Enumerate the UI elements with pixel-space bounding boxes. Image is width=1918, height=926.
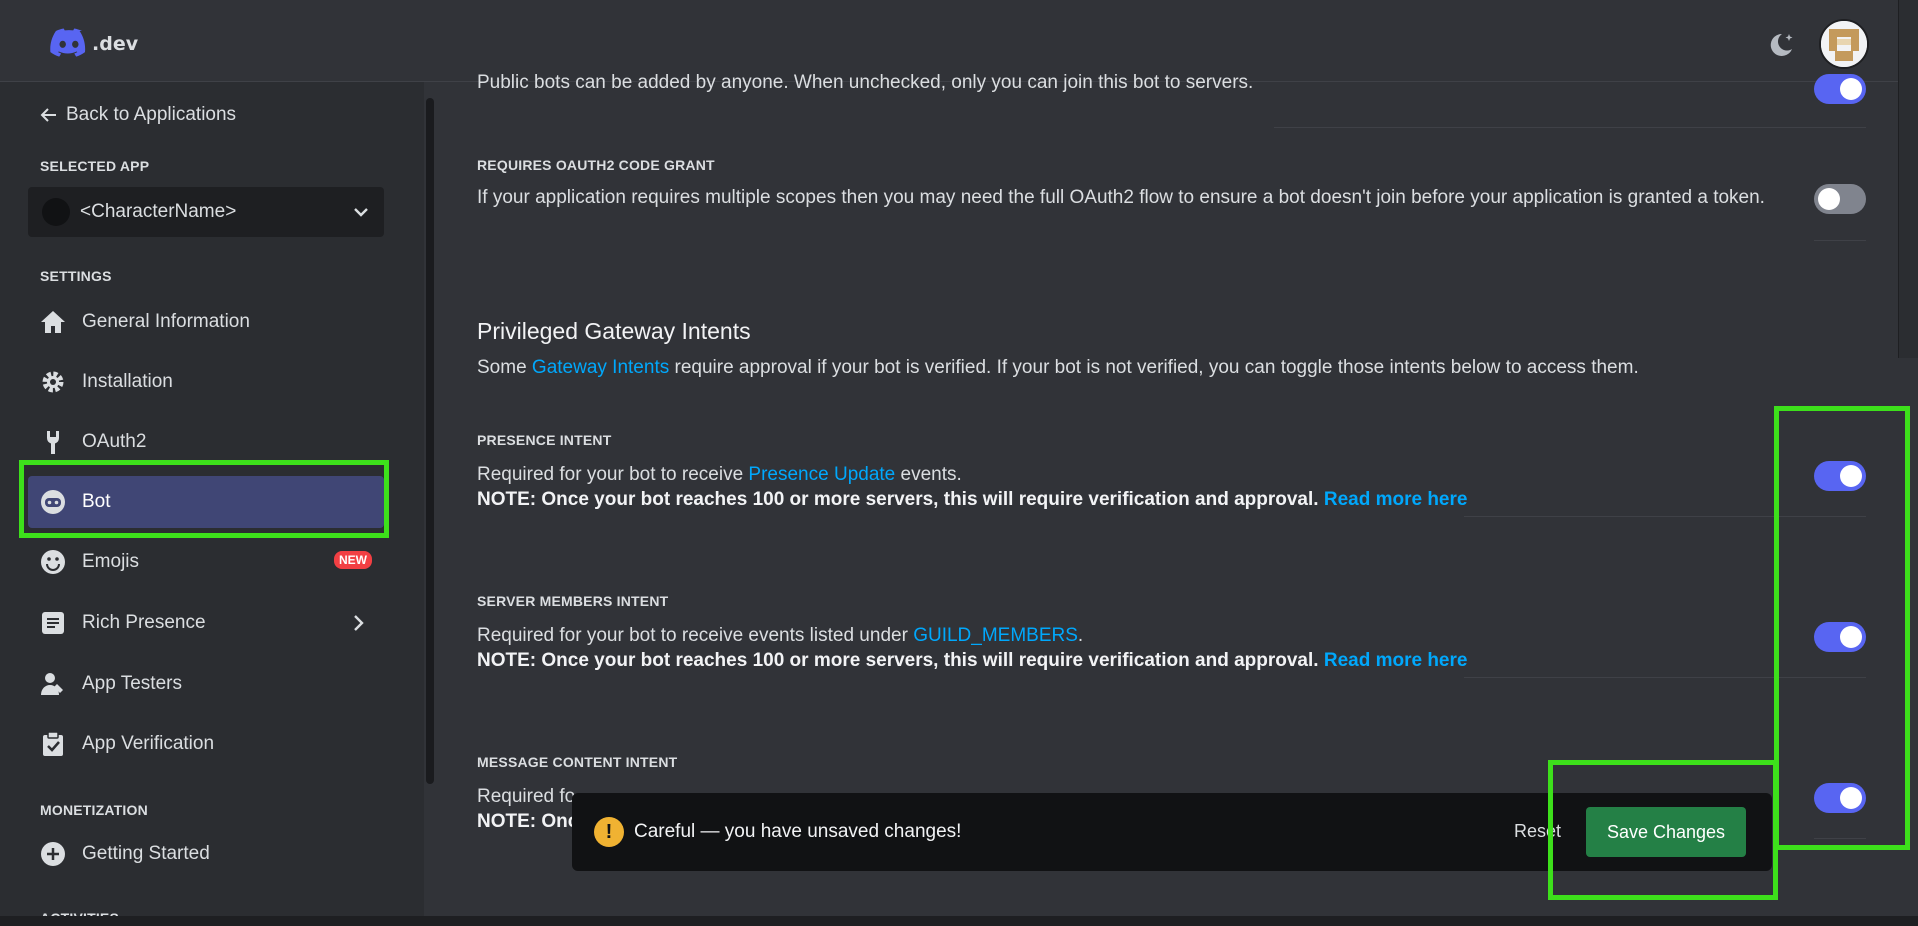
save-changes-button[interactable]: Save Changes [1586, 807, 1746, 857]
message-content-intent-toggle[interactable] [1814, 783, 1866, 813]
app-icon [42, 198, 70, 226]
app-selector-dropdown[interactable]: <CharacterName> [28, 187, 384, 237]
new-badge: NEW [334, 551, 372, 569]
document-icon [38, 608, 68, 638]
message-content-intent-label: MESSAGE CONTENT INTENT [477, 754, 678, 770]
plus-circle-icon [38, 839, 68, 869]
back-label: Back to Applications [66, 104, 237, 125]
divider [1814, 838, 1866, 839]
sidebar-scrollbar[interactable] [426, 98, 434, 784]
wrench-icon [38, 427, 68, 457]
presence-intent-label: PRESENCE INTENT [477, 432, 612, 448]
sidebar-item-installation[interactable]: Installation [28, 356, 384, 408]
monetization-heading: MONETIZATION [40, 802, 148, 818]
toggle-knob [1840, 626, 1862, 648]
divider [1464, 516, 1866, 517]
sidebar-item-label: Rich Presence [82, 612, 206, 633]
privileged-intents-title: Privileged Gateway Intents [477, 318, 751, 344]
oauth-grant-label: REQUIRES OAUTH2 CODE GRANT [477, 157, 715, 173]
toggle-knob [1840, 787, 1862, 809]
divider [1464, 677, 1866, 678]
intents-description: Some Gateway Intents require approval if… [477, 357, 1639, 379]
public-bot-description: Public bots can be added by anyone. When… [477, 72, 1254, 93]
sidebar-item-label: Emojis [82, 551, 140, 572]
presence-note: NOTE: Once your bot reaches 100 or more … [477, 489, 1319, 510]
sidebar-item-label: General Information [82, 311, 250, 332]
sidebar-item-bot[interactable]: Bot [28, 476, 384, 528]
presence-intent-description: Required for your bot to receive Presenc… [477, 462, 1467, 512]
unsaved-changes-bar: ! Careful — you have unsaved changes! Re… [572, 793, 1772, 871]
arrow-left-icon [40, 108, 56, 122]
toggle-knob [1840, 78, 1862, 100]
sidebar-item-general-information[interactable]: General Information [28, 296, 384, 348]
server-members-intent-label: SERVER MEMBERS INTENT [477, 593, 669, 609]
divider [1814, 240, 1866, 241]
presence-read-more-link[interactable]: Read more here [1324, 489, 1468, 510]
intents-desc-text: require approval if your bot is verified… [669, 357, 1639, 378]
presence-intent-toggle[interactable] [1814, 461, 1866, 491]
sidebar-item-app-testers[interactable]: App Testers [28, 658, 384, 710]
guild-members-link[interactable]: GUILD_MEMBERS [913, 625, 1078, 646]
message-note: NOTE: Onc [477, 811, 579, 832]
top-bar: .dev [0, 0, 1918, 82]
sidebar-item-rich-presence[interactable]: Rich Presence [28, 597, 384, 649]
user-avatar[interactable] [1819, 19, 1869, 69]
gateway-intents-link[interactable]: Gateway Intents [532, 357, 669, 378]
selected-app-heading: SELECTED APP [40, 158, 150, 174]
sidebar-item-emojis[interactable]: Emojis NEW [28, 536, 384, 588]
chevron-down-icon [354, 208, 368, 217]
emoji-icon [38, 547, 68, 577]
discord-dev-logo[interactable]: .dev [50, 28, 138, 58]
chevron-right-icon [354, 615, 364, 631]
person-icon [38, 669, 68, 699]
gear-icon [38, 367, 68, 397]
oauth-grant-toggle[interactable] [1814, 184, 1866, 214]
intents-desc-text: Some [477, 357, 532, 378]
taskbar-strip [0, 916, 1918, 926]
warning-icon: ! [594, 817, 624, 847]
sidebar-item-label: App Testers [82, 673, 182, 694]
avatar-image-icon [1821, 21, 1867, 67]
logo-text: .dev [92, 33, 139, 55]
clipboard-check-icon [38, 729, 68, 759]
oauth-grant-description: If your application requires multiple sc… [477, 187, 1765, 208]
sidebar-item-oauth2[interactable]: OAuth2 [28, 416, 384, 468]
reset-button[interactable]: Reset [1514, 821, 1561, 842]
sidebar-item-app-verification[interactable]: App Verification [28, 718, 384, 770]
sidebar-item-label: Getting Started [82, 843, 210, 864]
server-members-intent-description: Required for your bot to receive events … [477, 623, 1467, 673]
desc-text: Required for your bot to receive events … [477, 625, 914, 646]
window-edge [1898, 0, 1918, 358]
sidebar-item-label: App Verification [82, 733, 215, 754]
toggle-knob [1840, 465, 1862, 487]
message-content-intent-description: Required fo NOTE: Onc [477, 784, 578, 834]
sidebar-item-getting-started[interactable]: Getting Started [28, 828, 384, 880]
sidebar-item-label: Bot [82, 491, 111, 512]
discord-logo-icon [50, 28, 86, 57]
members-read-more-link[interactable]: Read more here [1324, 650, 1468, 671]
theme-toggle-moon-icon[interactable] [1766, 30, 1796, 60]
server-members-intent-toggle[interactable] [1814, 622, 1866, 652]
sidebar-item-label: Installation [82, 371, 173, 392]
desc-text: events. [895, 464, 962, 485]
bot-icon [38, 487, 68, 517]
sidebar: Back to Applications SELECTED APP <Chara… [0, 82, 424, 926]
members-note: NOTE: Once your bot reaches 100 or more … [477, 650, 1319, 671]
desc-text: . [1077, 625, 1084, 646]
desc-text: Required for your bot to receive [477, 464, 749, 485]
sidebar-item-label: OAuth2 [82, 431, 147, 452]
settings-heading: SETTINGS [40, 268, 112, 284]
desc-text: Required fo [477, 786, 576, 807]
presence-update-link[interactable]: Presence Update [748, 464, 895, 485]
divider [1274, 127, 1866, 128]
home-icon [38, 307, 68, 337]
app-name: <CharacterName> [80, 201, 237, 222]
toggle-knob [1818, 188, 1840, 210]
back-to-applications-link[interactable]: Back to Applications [40, 104, 236, 126]
unsaved-message: Careful — you have unsaved changes! [634, 821, 962, 842]
public-bot-toggle[interactable] [1814, 74, 1866, 104]
